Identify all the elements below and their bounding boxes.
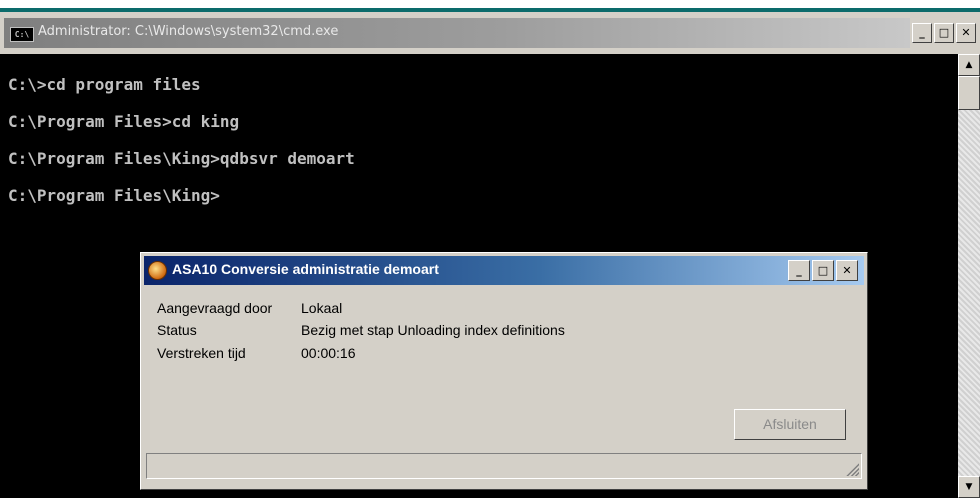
requested-by-value: Lokaal	[301, 300, 343, 316]
conversion-dialog[interactable]: ASA10 Conversie administratie demoart _ …	[140, 252, 868, 490]
elapsed-time-value: 00:00:16	[301, 345, 356, 361]
maximize-button[interactable]: □	[934, 23, 954, 43]
close-button[interactable]: ✕	[956, 23, 976, 43]
scroll-down-arrow-icon[interactable]: ▼	[958, 476, 980, 498]
cmd-window-controls: _ □ ✕	[912, 23, 980, 47]
minimize-button[interactable]: _	[912, 23, 932, 43]
dialog-title: ASA10 Conversie administratie demoart	[172, 261, 439, 277]
console-line: C:\>cd program files	[8, 75, 201, 94]
app-logo-icon	[148, 261, 167, 280]
desktop-top-strip	[0, 0, 980, 8]
status-value: Bezig met stap Unloading index definitio…	[301, 322, 565, 338]
resize-grip-icon[interactable]	[845, 462, 859, 476]
dialog-window-controls: _ □ ✕	[788, 260, 860, 282]
cmd-window-title: Administrator: C:\Windows\system32\cmd.e…	[38, 24, 339, 39]
console-output[interactable]: C:\>cd program files C:\Program Files>cd…	[8, 66, 355, 214]
requested-by-label: Aangevraagd door	[157, 300, 273, 316]
elapsed-time-label: Verstreken tijd	[157, 345, 246, 361]
dialog-maximize-button[interactable]: □	[812, 260, 834, 281]
status-label: Status	[157, 322, 197, 338]
dialog-close-button[interactable]: ✕	[836, 260, 858, 281]
dialog-body: Aangevraagd door Lokaal Status Bezig met…	[141, 285, 867, 489]
console-prompt-line: C:\Program Files\King>	[8, 186, 220, 205]
scroll-up-arrow-icon[interactable]: ▲	[958, 54, 980, 76]
scrollbar-thumb[interactable]	[958, 76, 980, 110]
console-line: C:\Program Files\King>qdbsvr demoart	[8, 149, 355, 168]
cmd-icon: C:\	[10, 27, 34, 42]
dialog-statusbar	[146, 453, 862, 479]
console-line: C:\Program Files>cd king	[8, 112, 240, 131]
vertical-scrollbar[interactable]: ▲ ▼	[958, 54, 980, 498]
cmd-titlebar-gradient[interactable]: C:\ Administrator: C:\Windows\system32\c…	[4, 18, 910, 48]
dialog-minimize-button[interactable]: _	[788, 260, 810, 281]
close-dialog-button[interactable]: Afsluiten	[734, 409, 846, 440]
cmd-titlebar[interactable]: C:\ Administrator: C:\Windows\system32\c…	[0, 12, 980, 54]
dialog-titlebar[interactable]: ASA10 Conversie administratie demoart _ …	[144, 256, 864, 285]
